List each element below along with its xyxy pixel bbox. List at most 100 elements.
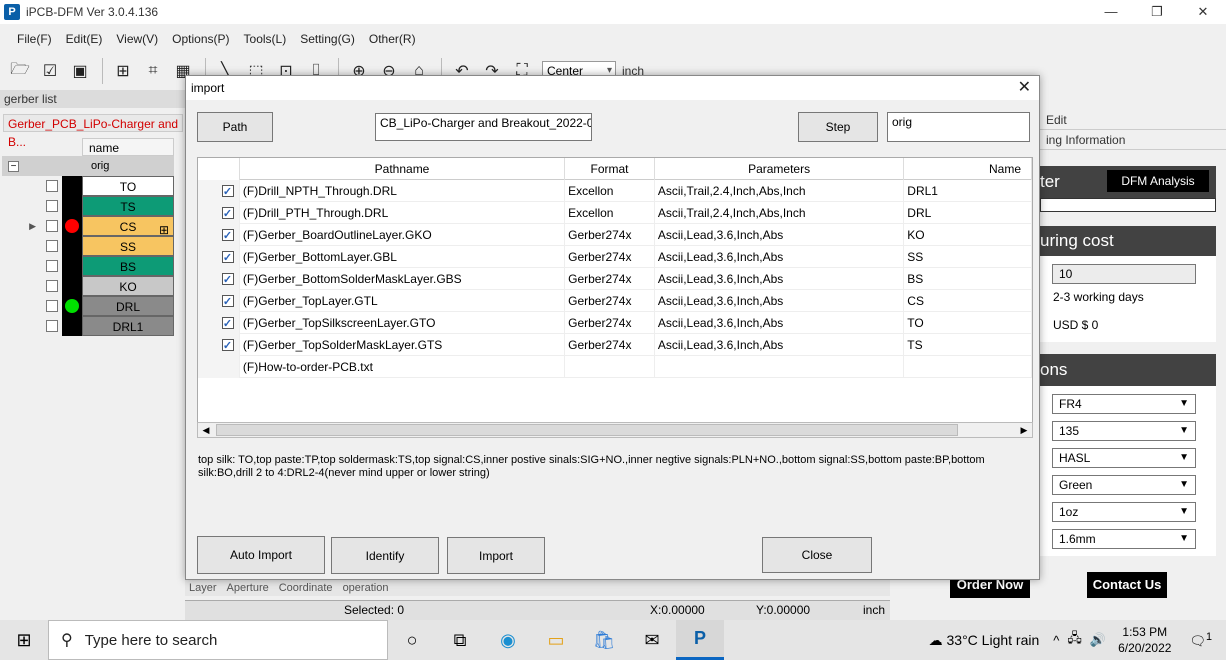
menu-other[interactable]: Other(R) [369, 32, 416, 46]
file-include-checkbox[interactable] [221, 203, 234, 224]
layer-color-swatch[interactable] [62, 256, 82, 276]
cortana-icon[interactable]: ○ [388, 620, 436, 660]
file-include-checkbox[interactable] [221, 269, 234, 290]
file-layer-name[interactable]: BS [904, 268, 1032, 290]
file-layer-name[interactable]: KO [904, 224, 1032, 246]
format-header[interactable]: Format [565, 158, 655, 180]
collapse-icon[interactable]: − [8, 160, 19, 172]
file-row[interactable]: (F)Gerber_BottomSolderMaskLayer.GBSGerbe… [198, 268, 1032, 290]
chip-icon[interactable]: ▣ [66, 58, 94, 84]
file-row[interactable]: (F)How-to-order-PCB.txt [198, 356, 1032, 378]
layer-row[interactable]: DRL1 [2, 316, 174, 336]
layer-group-row[interactable]: − orig [2, 156, 174, 176]
tray-chevron-icon[interactable]: ^ [1053, 633, 1059, 648]
edge-browser-icon[interactable]: ◉ [484, 620, 532, 660]
menu-options[interactable]: Options(P) [172, 32, 229, 46]
path-input[interactable]: CB_LiPo-Charger and Breakout_2022-06-19 [375, 113, 592, 141]
menu-view[interactable]: View(V) [116, 32, 158, 46]
file-include-checkbox[interactable] [221, 225, 234, 246]
layer-row[interactable]: TS [2, 196, 174, 216]
layer-color-swatch[interactable] [62, 276, 82, 296]
network-icon[interactable]: 🖧 [1067, 629, 1082, 651]
tab-layer[interactable]: Layer [189, 582, 217, 594]
name-header[interactable]: Name [904, 158, 1032, 180]
tab-operation[interactable]: operation [343, 582, 389, 594]
file-layer-name[interactable]: CS [904, 290, 1032, 312]
file-include-checkbox[interactable] [221, 335, 234, 356]
close-button[interactable]: Close [762, 537, 872, 573]
step-input[interactable]: orig [887, 112, 1030, 142]
layer-visibility-checkbox[interactable] [46, 200, 58, 212]
layer-color-swatch[interactable] [62, 176, 82, 196]
layer-color-swatch[interactable] [62, 316, 82, 336]
file-row[interactable]: (F)Gerber_TopSilkscreenLayer.GTOGerber27… [198, 312, 1032, 334]
layer-color-swatch[interactable] [62, 236, 82, 256]
file-row[interactable]: (F)Gerber_TopLayer.GTLGerber274xAscii,Le… [198, 290, 1032, 312]
layer-row[interactable]: BS [2, 256, 174, 276]
mail-icon[interactable]: ✉ [628, 620, 676, 660]
file-layer-name[interactable]: TO [904, 312, 1032, 334]
horizontal-scrollbar[interactable]: ◀ ▶ [197, 422, 1033, 438]
gerber-file-tab[interactable]: Gerber_PCB_LiPo-Charger and B... [3, 114, 183, 149]
file-include-checkbox[interactable] [221, 247, 234, 268]
layer-row[interactable]: DRL [2, 296, 174, 316]
quantity-field[interactable]: 10 [1052, 264, 1196, 284]
dfm-analysis-button[interactable]: DFM Analysis [1107, 170, 1209, 192]
ipcb-dfm-taskbar-icon[interactable]: P [676, 620, 724, 660]
solder-mask-color-select[interactable]: Green [1052, 475, 1196, 495]
layer-visibility-checkbox[interactable] [46, 220, 58, 232]
pathname-header[interactable]: Pathname [240, 158, 566, 180]
file-layer-name[interactable]: DRL [904, 202, 1032, 224]
file-row[interactable]: (F)Gerber_BottomLayer.GBLGerber274xAscii… [198, 246, 1032, 268]
layer-visibility-checkbox[interactable] [46, 240, 58, 252]
open-folder-icon[interactable]: 🗁 [6, 58, 34, 84]
menu-tools[interactable]: Tools(L) [244, 32, 287, 46]
surface-finish-select[interactable]: HASL [1052, 448, 1196, 468]
restore-button[interactable]: ❐ [1134, 0, 1180, 24]
tab-aperture[interactable]: Aperture [227, 582, 269, 594]
layer-color-swatch[interactable] [62, 216, 82, 236]
import-button[interactable]: Import [447, 537, 545, 574]
notifications-icon[interactable]: 🗨1 [1189, 631, 1212, 649]
dialog-close-icon[interactable]: ✕ [1018, 76, 1031, 100]
copper-weight-select[interactable]: 1oz [1052, 502, 1196, 522]
weather-widget[interactable]: ☁ 33°C Light rain [929, 632, 1040, 649]
parameters-header[interactable]: Parameters [655, 158, 905, 180]
identify-button[interactable]: Identify [331, 537, 439, 574]
scrollbar-thumb[interactable] [216, 424, 958, 436]
tab-ordering-information[interactable]: ing Information [1040, 130, 1226, 150]
file-explorer-icon[interactable]: ▭ [532, 620, 580, 660]
contact-us-button[interactable]: Contact Us [1087, 572, 1167, 598]
file-include-checkbox[interactable] [221, 313, 234, 334]
file-include-checkbox[interactable] [221, 181, 234, 202]
layer-visibility-checkbox[interactable] [46, 280, 58, 292]
layer-visibility-checkbox[interactable] [46, 260, 58, 272]
measure-icon[interactable]: ⌗ [139, 58, 167, 84]
layer-visibility-checkbox[interactable] [46, 320, 58, 332]
window-close-button[interactable]: ✕ [1180, 0, 1226, 24]
file-layer-name[interactable] [904, 356, 1032, 378]
path-button[interactable]: Path [197, 112, 273, 142]
layer-color-swatch[interactable] [62, 196, 82, 216]
file-include-checkbox[interactable] [221, 291, 234, 312]
file-row[interactable]: (F)Drill_NPTH_Through.DRLExcellonAscii,T… [198, 180, 1032, 202]
layer-color-swatch[interactable] [62, 296, 82, 316]
scroll-right-icon[interactable]: ▶ [1016, 423, 1032, 437]
volume-icon[interactable]: 🔊 [1090, 632, 1106, 648]
grid-icon[interactable]: ⊞ [109, 58, 137, 84]
tab-edit[interactable]: Edit [1040, 110, 1226, 130]
layer-row[interactable]: SS [2, 236, 174, 256]
step-button[interactable]: Step [798, 112, 878, 142]
menu-setting[interactable]: Setting(G) [300, 32, 355, 46]
tg-select[interactable]: 135 [1052, 421, 1196, 441]
layer-visibility-checkbox[interactable] [46, 300, 58, 312]
layer-row[interactable]: KO [2, 276, 174, 296]
file-layer-name[interactable]: SS [904, 246, 1032, 268]
menu-edit[interactable]: Edit(E) [66, 32, 103, 46]
board-thickness-select[interactable]: 1.6mm [1052, 529, 1196, 549]
minimize-button[interactable]: — [1088, 0, 1134, 24]
file-row[interactable]: (F)Drill_PTH_Through.DRLExcellonAscii,Tr… [198, 202, 1032, 224]
layer-visibility-checkbox[interactable] [46, 180, 58, 192]
tab-coordinate[interactable]: Coordinate [279, 582, 333, 594]
layer-row[interactable]: ▶ CS ⊞ [2, 216, 174, 237]
